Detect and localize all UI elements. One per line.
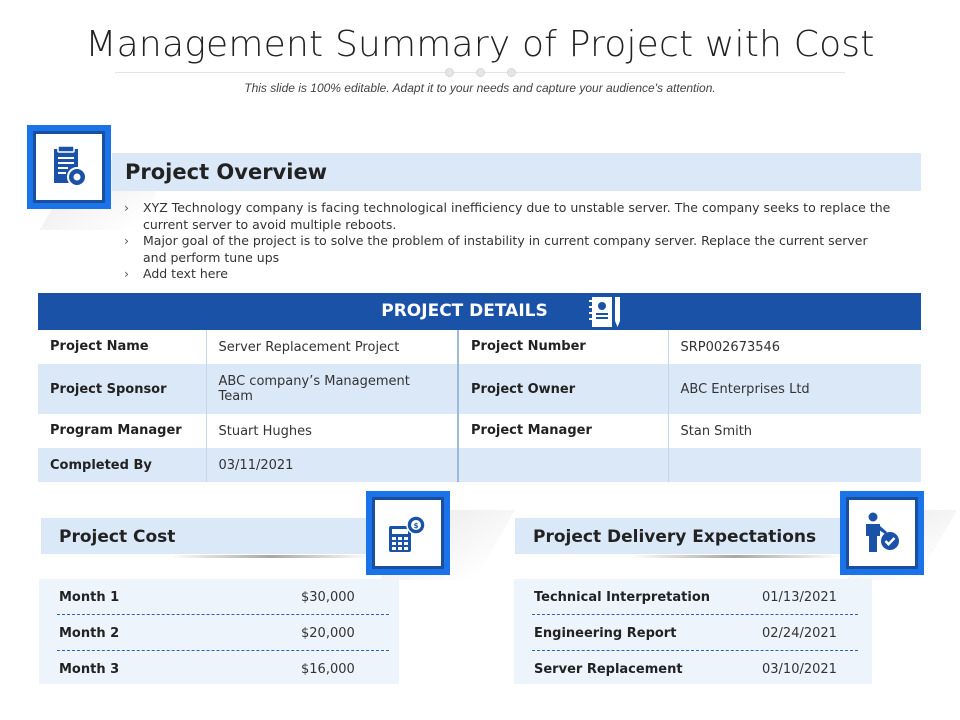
cell-label: Project Sponsor [38,364,206,414]
overview-bullets: › XYZ Technology company is facing techno… [122,200,892,283]
bullet-text: XYZ Technology company is facing technol… [143,200,891,232]
title-dots [445,68,525,78]
cell-value: ABC company’s Management Team [205,364,458,414]
overview-icon-box [27,125,111,209]
list-item: Month 1 $30,000 [39,579,399,615]
chevron-right-icon: › [124,266,129,281]
cell-value: ABC Enterprises Ltd [667,364,921,414]
page-subtitle: This slide is 100% editable. Adapt it to… [244,81,716,95]
cell-label [457,448,668,482]
cell-label: Program Manager [38,414,206,448]
delivery-underline [630,555,840,558]
list-item: Technical Interpretation 01/13/2021 [514,579,872,615]
dot [476,68,485,77]
overview-bullet: › Add text here [122,266,892,283]
cost-underline [170,555,370,558]
notebook-pen-icon [589,297,620,327]
table-row: Program Manager Stuart Hughes Project Ma… [38,414,921,448]
cell-label: Project Owner [457,364,668,414]
item-label: Technical Interpretation [534,590,711,605]
cell-value: 03/11/2021 [205,448,458,482]
table-row: Project Sponsor ABC company’s Management… [38,364,921,414]
cost-list: Month 1 $30,000 Month 2 $20,000 Month 3 … [39,579,399,684]
calculator-gear-icon: $ [389,515,426,552]
document-gear-icon [54,146,87,187]
svg-text:$: $ [414,522,419,530]
cell-value [667,448,921,482]
cell-value: SRP002673546 [667,330,921,364]
table-row: Project Name Server Replacement Project … [38,330,921,364]
page-title: Management Summary of Project with Cost [85,24,875,65]
item-value: $30,000 [301,590,355,605]
cell-label: Project Manager [457,414,668,448]
item-label: Server Replacement [534,662,683,677]
overview-bullet: › XYZ Technology company is facing techno… [122,200,892,233]
dot [507,68,516,77]
table-row: Completed By 03/11/2021 [38,448,921,482]
chevron-right-icon: › [124,233,129,248]
cell-label: Completed By [38,448,206,482]
overview-heading: Project Overview [125,160,328,184]
details-header-bar: PROJECT DETAILS [38,293,921,330]
chevron-right-icon: › [124,200,129,215]
cell-value: Server Replacement Project [205,330,458,364]
item-value: 02/24/2021 [762,626,837,641]
list-item: Server Replacement 03/10/2021 [514,651,872,687]
details-table: Project Name Server Replacement Project … [38,330,921,482]
delivery-list: Technical Interpretation 01/13/2021 Engi… [514,579,872,684]
cell-value: Stuart Hughes [205,414,458,448]
bullet-text: Add text here [143,266,228,281]
item-value: 01/13/2021 [762,590,837,605]
delivery-heading: Project Delivery Expectations [533,527,817,547]
dot [445,68,454,77]
bullet-text: Major goal of the project is to solve th… [143,233,868,265]
list-item: Engineering Report 02/24/2021 [514,615,872,651]
item-label: Month 3 [59,662,120,677]
item-label: Month 1 [59,590,120,605]
item-value: 03/10/2021 [762,662,837,677]
cell-label: Project Number [457,330,668,364]
person-check-icon [866,512,899,552]
item-value: $20,000 [301,626,355,641]
item-label: Engineering Report [534,626,677,641]
cell-label: Project Name [38,330,206,364]
item-label: Month 2 [59,626,120,641]
delivery-icon-box [840,491,924,575]
list-item: Month 2 $20,000 [39,615,399,651]
cost-icon-box: $ [366,491,450,575]
overview-bullet: › Major goal of the project is to solve t… [122,233,892,266]
list-item: Month 3 $16,000 [39,651,399,687]
details-heading: PROJECT DETAILS [381,301,548,321]
cost-heading: Project Cost [59,527,176,547]
cell-value: Stan Smith [667,414,921,448]
item-value: $16,000 [301,662,355,677]
